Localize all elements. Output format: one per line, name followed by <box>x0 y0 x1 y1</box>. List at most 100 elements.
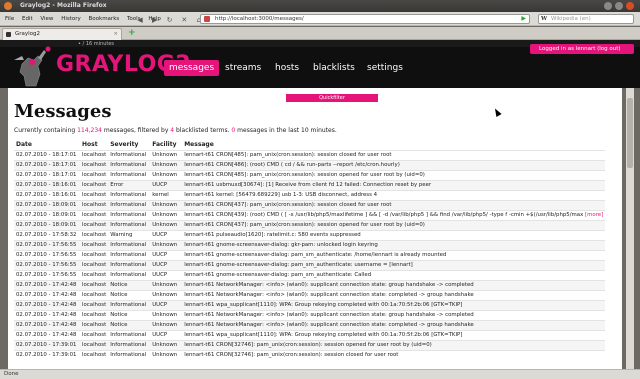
table-row[interactable]: 02.07.2010 - 17:56:55 localhost Informatio… <box>14 269 606 280</box>
table-row[interactable]: 02.07.2010 - 17:58:32 localhost Warning UUC… <box>14 229 606 240</box>
more-link[interactable]: [more] <box>585 212 603 218</box>
nav-settings[interactable]: settings <box>362 60 408 76</box>
table-row[interactable]: 02.07.2010 - 18:09:01 localhost Informatio… <box>14 219 606 230</box>
go-icon[interactable]: ▶ <box>521 15 526 23</box>
cell-message[interactable]: lennart-t61 gnome-screensaver-dialog: pa… <box>182 269 606 280</box>
table-row[interactable]: 02.07.2010 - 17:42:48 localhost Informatio… <box>14 329 606 340</box>
table-row[interactable]: 02.07.2010 - 17:42:48 localhost Notice Unkn… <box>14 279 606 290</box>
table-row[interactable]: 02.07.2010 - 17:39:01 localhost Informatio… <box>14 339 606 350</box>
table-row[interactable]: 02.07.2010 - 17:42:48 localhost Notice Unkn… <box>14 319 606 330</box>
cell-message[interactable]: lennart-t61 kernel: [56479.689229] usb 1… <box>182 189 606 200</box>
quickfilter-button[interactable]: Quickfilter <box>286 94 378 102</box>
cell-message[interactable]: lennart-t61 CRON[437]: pam_unix(cron:ses… <box>182 199 606 210</box>
cell-host: localhost <box>80 179 109 190</box>
cell-facility: Unknown <box>150 309 183 320</box>
cell-message[interactable]: lennart-t61 usbmuxd[30674]: [1] Receive … <box>182 179 606 190</box>
table-row[interactable]: 02.07.2010 - 18:09:01 localhost Informatio… <box>14 199 606 210</box>
cell-message[interactable]: lennart-t61 gnome-screensaver-dialog: pa… <box>182 259 606 270</box>
cell-date: 02.07.2010 - 17:39:01 <box>14 349 80 360</box>
table-row[interactable]: 02.07.2010 - 18:17:01 localhost Informatio… <box>14 169 606 180</box>
cell-facility-text: Unknown <box>152 162 178 168</box>
menu-history[interactable]: History <box>58 12 84 26</box>
cell-facility-text: UUCP <box>152 272 168 278</box>
cell-date-text: 02.07.2010 - 17:42:48 <box>16 322 77 328</box>
table-row[interactable]: 02.07.2010 - 18:16:01 localhost Error UUCP l… <box>14 179 606 190</box>
table-row[interactable]: 02.07.2010 - 17:42:48 localhost Notice Unkn… <box>14 309 606 320</box>
cell-message[interactable]: lennart-t61 CRON[485]: pam_unix(cron:ses… <box>182 149 606 160</box>
cell-severity: Notice <box>108 289 151 300</box>
cell-date-text: 02.07.2010 - 17:56:55 <box>16 262 77 268</box>
cell-message[interactable]: lennart-t61 NetworkManager: <info> (wlan… <box>182 319 606 330</box>
minimize-icon[interactable] <box>604 2 612 10</box>
cell-facility-text: Unknown <box>152 212 178 218</box>
cell-facility: UUCP <box>150 299 183 310</box>
cell-facility: Unknown <box>150 349 183 360</box>
cell-message[interactable]: lennart-t61 pulseaudio[1620]: ratelimit.… <box>182 229 606 240</box>
table-row[interactable]: 02.07.2010 - 18:17:01 localhost Informatio… <box>14 159 606 170</box>
cell-message[interactable]: lennart-t61 CRON[32746]: pam_unix(cron:s… <box>182 339 606 350</box>
cell-message[interactable]: lennart-t61 CRON[486]: (root) CMD ( cd /… <box>182 159 606 170</box>
tab-graylog2[interactable]: Graylog2 × <box>2 28 122 40</box>
nav-hosts[interactable]: hosts <box>270 60 304 76</box>
menu-edit[interactable]: Edit <box>19 12 36 26</box>
scrollbar-thumb[interactable] <box>627 98 633 168</box>
cell-message[interactable]: lennart-t61 wpa_supplicant[1110]: WPA: G… <box>182 329 606 340</box>
cell-message[interactable]: lennart-t61 NetworkManager: <info> (wlan… <box>182 289 606 300</box>
cell-facility: Unknown <box>150 289 183 300</box>
back-icon[interactable]: ◀ <box>135 15 145 25</box>
cell-message[interactable]: lennart-t61 CRON[32746]: pam_unix(cron:s… <box>182 349 606 360</box>
cell-date: 02.07.2010 - 18:16:01 <box>14 189 80 200</box>
table-row[interactable]: 02.07.2010 - 18:17:01 localhost Informatio… <box>14 149 606 160</box>
menu-view[interactable]: View <box>37 12 56 26</box>
cell-message-text: lennart-t61 NetworkManager: <info> (wlan… <box>184 292 474 298</box>
maximize-icon[interactable] <box>615 2 623 10</box>
table-row[interactable]: 02.07.2010 - 17:42:48 localhost Notice Unkn… <box>14 289 606 300</box>
table-row[interactable]: 02.07.2010 - 17:39:01 localhost Informatio… <box>14 349 606 360</box>
cell-date-text: 02.07.2010 - 17:56:55 <box>16 242 77 248</box>
cell-severity-text: Informational <box>110 252 147 258</box>
cell-facility-text: Unknown <box>152 342 178 348</box>
cell-message[interactable]: lennart-t61 CRON[437]: pam_unix(cron:ses… <box>182 219 606 230</box>
close-icon[interactable] <box>626 2 634 10</box>
cell-date: 02.07.2010 - 17:42:48 <box>14 309 80 320</box>
table-row[interactable]: 02.07.2010 - 17:56:55 localhost Informatio… <box>14 259 606 270</box>
page-scrollbar[interactable] <box>626 88 634 369</box>
summary-mid1: messages, filtered by <box>103 127 169 134</box>
cell-message[interactable]: lennart-t61 CRON[485]: pam_unix(cron:ses… <box>182 169 606 180</box>
cell-severity: Notice <box>108 279 151 290</box>
nav-streams[interactable]: streams <box>220 60 266 76</box>
table-row[interactable]: 02.07.2010 - 18:16:01 localhost Informatio… <box>14 189 606 200</box>
nav-blacklists[interactable]: blacklists <box>308 60 360 76</box>
forward-icon[interactable]: ▶ <box>150 15 160 25</box>
cell-message[interactable]: lennart-t61 CRON[439]: (root) CMD ( [ -x… <box>182 209 606 220</box>
logout-link[interactable]: (log out) <box>597 46 620 52</box>
cell-message[interactable]: lennart-t61 gnome-screensaver-dialog: pa… <box>182 249 606 260</box>
url-input[interactable]: http://localhost:3000/messages/ ▶ <box>200 14 530 24</box>
new-tab-icon[interactable]: + <box>128 28 136 39</box>
cell-severity-text: Informational <box>110 172 147 178</box>
cell-host: localhost <box>80 229 109 240</box>
nav-buttons: ◀ ▶ ↻ ✕ ⌂ <box>135 14 207 28</box>
reload-icon[interactable]: ↻ <box>165 15 175 25</box>
menu-file[interactable]: File <box>2 12 17 26</box>
cell-message[interactable]: lennart-t61 NetworkManager: <info> (wlan… <box>182 279 606 290</box>
tab-close-icon[interactable]: × <box>113 29 118 40</box>
stop-icon[interactable]: ✕ <box>179 15 189 25</box>
cell-host: localhost <box>80 249 109 260</box>
table-row[interactable]: 02.07.2010 - 17:56:55 localhost Informatio… <box>14 249 606 260</box>
table-row[interactable]: 02.07.2010 - 17:56:55 localhost Informatio… <box>14 239 606 250</box>
search-input[interactable]: W Wikipedia (en) <box>538 14 634 24</box>
menu-bookmarks[interactable]: Bookmarks <box>86 12 123 26</box>
cell-host: localhost <box>80 189 109 200</box>
column-severity: Severity <box>110 141 139 149</box>
cell-date: 02.07.2010 - 17:42:48 <box>14 289 80 300</box>
cell-severity: Informational <box>108 199 151 210</box>
blacklisted-count: 4 <box>170 127 175 134</box>
nav-messages[interactable]: messages <box>164 60 220 76</box>
cell-severity-text: Informational <box>110 192 147 198</box>
table-row[interactable]: 02.07.2010 - 17:42:48 localhost Informatio… <box>14 299 606 310</box>
table-row[interactable]: 02.07.2010 - 18:09:01 localhost Informatio… <box>14 209 606 220</box>
cell-message[interactable]: lennart-t61 NetworkManager: <info> (wlan… <box>182 309 606 320</box>
cell-message[interactable]: lennart-t61 gnome-screensaver-dialog: gk… <box>182 239 606 250</box>
cell-message[interactable]: lennart-t61 wpa_supplicant[1110]: WPA: G… <box>182 299 606 310</box>
